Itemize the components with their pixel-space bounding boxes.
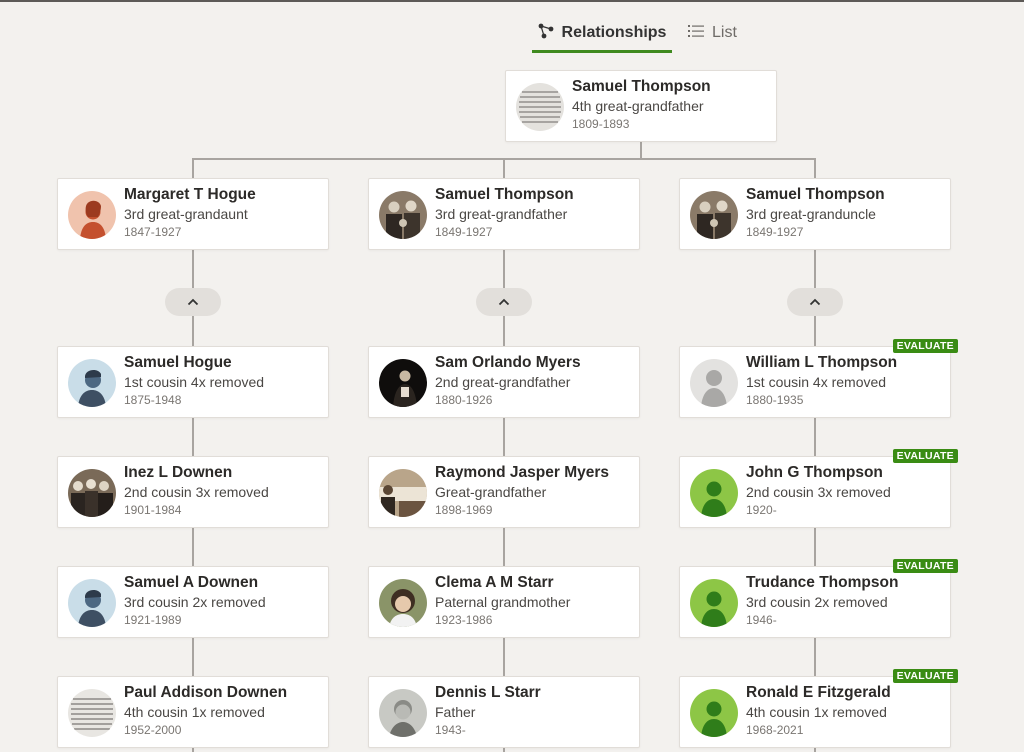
person-name: Trudance Thompson [746,574,899,591]
group-photo [379,469,427,517]
evaluate-badge[interactable]: EVALUATE [892,669,958,683]
person-card[interactable]: Paul Addison Downen 4th cousin 1x remove… [57,676,329,748]
group-photo [68,469,116,517]
tab-relationships[interactable]: Relationships [532,16,672,53]
person-dates: 1880-1935 [746,393,804,407]
top-border [0,0,1024,2]
document-photo [68,689,116,737]
person-card[interactable]: Inez L Downen 2nd cousin 3x removed 1901… [57,456,329,528]
person-relationship: 1st cousin 4x removed [746,374,887,390]
evaluate-badge[interactable]: EVALUATE [892,559,958,573]
person-card[interactable]: William L Thompson 1st cousin 4x removed… [679,339,958,418]
person-dates: 1901-1984 [124,503,182,517]
person-relationship: Father [435,704,476,720]
person-dates: 1920- [746,503,777,517]
person-name: Raymond Jasper Myers [435,464,610,481]
family-photo [379,191,427,239]
person-name: Sam Orlando Myers [435,354,581,371]
person-card[interactable]: Trudance Thompson 3rd cousin 2x removed … [679,559,958,638]
person-dates: 1943- [435,723,466,737]
person-card[interactable]: Ronald E Fitzgerald 4th cousin 1x remove… [679,669,958,748]
person-relationship: 4th cousin 1x removed [746,704,887,720]
chevron-up-icon [498,298,510,306]
person-relationship: 3rd great-granduncle [746,206,876,222]
person-relationship: 4th great-grandfather [572,98,704,114]
collapse-button-col3[interactable] [787,288,843,316]
person-card[interactable]: Samuel A Downen 3rd cousin 2x removed 19… [57,566,329,638]
person-card[interactable]: Sam Orlando Myers 2nd great-grandfather … [368,346,640,418]
person-name: Paul Addison Downen [124,684,288,701]
person-name: Samuel A Downen [124,574,259,591]
person-dates: 1847-1927 [124,225,182,239]
green-silhouette-icon [690,469,738,517]
document-photo [516,83,564,131]
person-dates: 1880-1926 [435,393,493,407]
person-card[interactable]: Clema A M Starr Paternal grandmother 192… [368,566,640,638]
person-card[interactable]: Samuel Thompson 3rd great-granduncle 184… [679,178,951,250]
woman-illustration-icon [68,191,116,239]
person-dates: 1875-1948 [124,393,182,407]
person-name: Samuel Hogue [124,354,232,371]
person-card-root[interactable]: Samuel Thompson 4th great-grandfather 18… [505,70,777,142]
person-dates: 1921-1989 [124,613,182,627]
evaluate-badge[interactable]: EVALUATE [892,339,958,353]
portrait-photo [379,689,427,737]
tab-list[interactable]: List [688,16,737,50]
person-relationship: 2nd cousin 3x removed [746,484,891,500]
person-relationship: 3rd great-grandfather [435,206,568,222]
relationships-icon [538,23,554,44]
person-card[interactable]: Raymond Jasper Myers Great-grandfather 1… [368,456,640,528]
chevron-up-icon [187,298,199,306]
person-dates: 1849-1927 [746,225,804,239]
chevron-up-icon [809,298,821,306]
person-name: John G Thompson [746,464,883,481]
person-card[interactable]: John G Thompson 2nd cousin 3x removed 19… [679,449,958,528]
person-relationship: Great-grandfather [435,484,547,500]
person-dates: 1946- [746,613,777,627]
person-name: William L Thompson [746,354,898,371]
list-icon [688,24,704,43]
person-name: Samuel Thompson [572,78,711,95]
person-card[interactable]: Samuel Hogue 1st cousin 4x removed 1875-… [57,346,329,418]
person-relationship: 1st cousin 4x removed [124,374,265,390]
person-card[interactable]: Samuel Thompson 3rd great-grandfather 18… [368,178,640,250]
person-name: Samuel Thompson [435,186,574,203]
silhouette-icon [690,359,738,407]
person-dates: 1968-2021 [746,723,804,737]
person-card[interactable]: Margaret T Hogue 3rd great-grandaunt 184… [57,178,329,250]
evaluate-badge[interactable]: EVALUATE [892,449,958,463]
person-dates: 1849-1927 [435,225,493,239]
person-name: Samuel Thompson [746,186,885,203]
person-dates: 1898-1969 [435,503,493,517]
person-name: Margaret T Hogue [124,186,256,203]
tab-relationships-label: Relationships [561,24,667,41]
person-relationship: 2nd cousin 3x removed [124,484,269,500]
family-photo [690,191,738,239]
person-relationship: 4th cousin 1x removed [124,704,265,720]
collapse-button-col2[interactable] [476,288,532,316]
person-dates: 1952-2000 [124,723,182,737]
man-illustration-icon [68,579,116,627]
person-card[interactable]: Dennis L Starr Father 1943- [368,676,640,748]
connector-root-down [640,142,642,159]
person-dates: 1809-1893 [572,117,630,131]
person-relationship: Paternal grandmother [435,594,571,610]
person-name: Inez L Downen [124,464,233,481]
green-silhouette-icon [690,689,738,737]
person-dates: 1923-1986 [435,613,493,627]
portrait-photo [379,579,427,627]
man-illustration-icon [68,359,116,407]
person-name: Ronald E Fitzgerald [746,684,891,701]
portrait-photo [379,359,427,407]
person-relationship: 3rd great-grandaunt [124,206,248,222]
collapse-button-col1[interactable] [165,288,221,316]
person-name: Dennis L Starr [435,684,541,701]
person-relationship: 3rd cousin 2x removed [124,594,266,610]
person-relationship: 2nd great-grandfather [435,374,571,390]
tab-list-label: List [712,24,737,41]
person-name: Clema A M Starr [435,574,554,591]
green-silhouette-icon [690,579,738,627]
person-relationship: 3rd cousin 2x removed [746,594,888,610]
